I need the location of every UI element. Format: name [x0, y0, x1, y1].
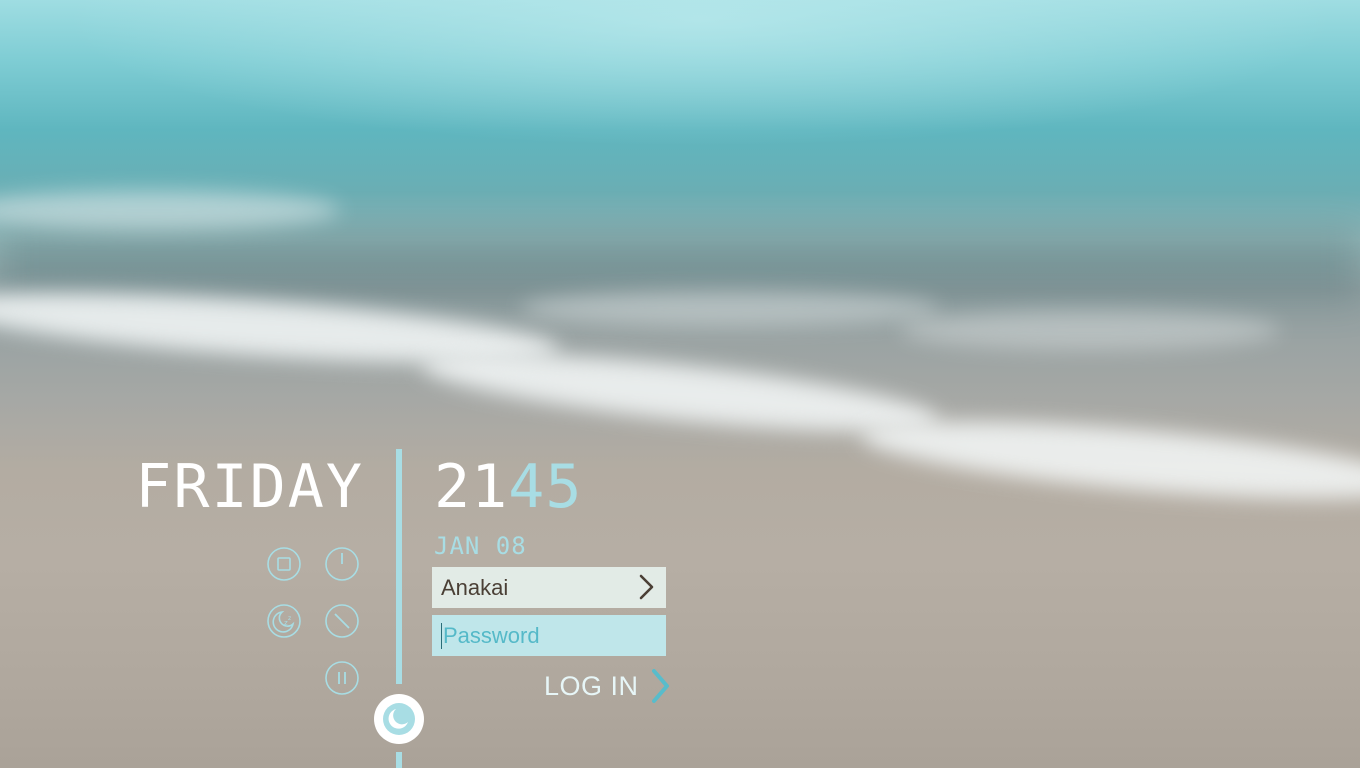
clock-hour: 21	[434, 452, 509, 522]
session-button[interactable]	[374, 694, 424, 744]
next-user-button[interactable]	[632, 573, 660, 601]
login-button[interactable]: LOG IN	[544, 668, 671, 704]
vertical-divider-bottom	[396, 752, 402, 768]
username-value: Anakai	[441, 574, 509, 600]
vertical-divider	[396, 449, 402, 684]
username-field[interactable]: Anakai	[432, 567, 666, 608]
power-button[interactable]	[325, 547, 359, 581]
hibernate-button[interactable]	[325, 661, 359, 695]
login-label: LOG IN	[544, 670, 639, 701]
password-input[interactable]	[441, 622, 653, 649]
moon-icon	[383, 703, 415, 735]
password-field[interactable]	[432, 615, 666, 656]
restart-icon	[325, 604, 359, 638]
power-icon	[325, 547, 359, 581]
weekday-label: FRIDAY	[135, 452, 364, 522]
wallpaper-foam	[900, 310, 1280, 350]
wallpaper	[0, 0, 1360, 768]
wallpaper-foam	[858, 405, 1360, 515]
svg-text:z: z	[288, 615, 291, 622]
stop-button[interactable]	[267, 547, 301, 581]
pause-icon	[325, 661, 359, 695]
clock-date: JAN 08	[434, 532, 527, 560]
chevron-right-icon	[649, 668, 671, 704]
clock-time: 2145	[434, 452, 583, 522]
clock-minute: 45	[508, 452, 583, 522]
chevron-right-icon	[639, 574, 654, 600]
wallpaper-foam	[0, 190, 340, 230]
wallpaper-foam	[418, 337, 942, 448]
square-icon	[267, 547, 301, 581]
wallpaper-foam	[520, 290, 940, 326]
restart-button[interactable]	[325, 604, 359, 638]
sleep-icon: z z	[267, 604, 301, 638]
sleep-button[interactable]: z z	[267, 604, 301, 638]
